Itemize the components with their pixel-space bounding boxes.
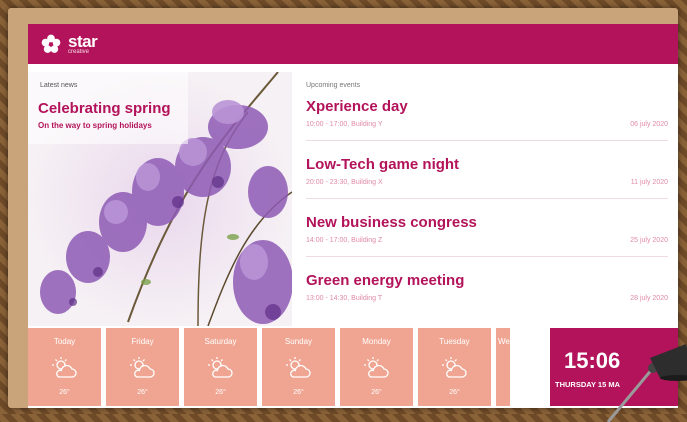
- event-item: Xperience day 10:00 - 17:00, Building Y …: [306, 98, 668, 154]
- brand-logo: star creative: [40, 32, 98, 55]
- event-time-location: 13:00 - 14:30, Building T: [306, 295, 383, 302]
- day-name: Saturday: [204, 337, 237, 346]
- day-temperature: 26°: [293, 389, 304, 396]
- divider: [306, 256, 668, 257]
- event-title: Green energy meeting: [306, 272, 465, 289]
- event-time-location: 20:00 - 23:30, Building X: [306, 179, 383, 186]
- flower-icon: [41, 34, 61, 53]
- weather-day: Saturday 26°: [184, 328, 257, 406]
- event-date: 25 july 2020: [630, 237, 668, 244]
- partly-cloudy-icon: [52, 357, 77, 378]
- latest-news-panel: Latest news Celebrating spring On the wa…: [28, 72, 292, 326]
- day-name: Sunday: [284, 337, 313, 346]
- clock-panel: 15:06 THURSDAY 15 MA: [550, 328, 678, 406]
- day-name: Tuesday: [439, 337, 470, 346]
- brand-name: star: [68, 32, 98, 51]
- event-date: 06 july 2020: [630, 121, 668, 128]
- partly-cloudy-icon: [442, 357, 467, 378]
- event-title: Xperience day: [306, 98, 408, 115]
- event-item: Green energy meeting 13:00 - 14:30, Buil…: [306, 272, 668, 328]
- day-name: Today: [53, 337, 76, 346]
- day-temperature: 26°: [449, 389, 460, 396]
- events-label: Upcoming events: [306, 82, 361, 89]
- upcoming-events-panel: Upcoming events Xperience day 10:00 - 17…: [306, 72, 668, 326]
- event-time-location: 14:00 - 17:00, Building Z: [306, 237, 383, 244]
- top-bar: star creative: [28, 24, 678, 64]
- partly-cloudy-icon: [130, 357, 155, 378]
- day-name: Friday: [131, 337, 154, 346]
- divider: [306, 140, 668, 141]
- divider: [306, 198, 668, 199]
- clock-date: THURSDAY 15 MA: [555, 380, 621, 389]
- weather-forecast: Today 26° Friday 26° Saturday 26° Sunday…: [28, 328, 515, 406]
- day-temperature: 26°: [137, 389, 148, 396]
- day-temperature: 26°: [59, 389, 70, 396]
- display-frame: star creative Latest news Celebrating sp…: [8, 8, 687, 422]
- partly-cloudy-icon: [286, 357, 311, 378]
- brand-subtitle: creative: [68, 49, 90, 55]
- event-time-location: 10:00 - 17:00, Building Y: [306, 121, 383, 128]
- weather-day: Wedn: [496, 328, 510, 406]
- news-title: Celebrating spring: [38, 100, 171, 117]
- news-subtitle: On the way to spring holidays: [38, 121, 152, 130]
- day-temperature: 26°: [371, 389, 382, 396]
- event-date: 11 july 2020: [630, 179, 668, 186]
- weather-day: Sunday 26°: [262, 328, 335, 406]
- weather-day: Monday 26°: [340, 328, 413, 406]
- partly-cloudy-icon: [364, 357, 389, 378]
- weather-day: Friday 26°: [106, 328, 179, 406]
- day-name: Wedn: [498, 337, 510, 346]
- event-item: Low-Tech game night 20:00 - 23:30, Build…: [306, 156, 668, 212]
- event-title: New business congress: [306, 214, 477, 231]
- news-label: Latest news: [40, 82, 78, 89]
- partly-cloudy-icon: [208, 357, 233, 378]
- event-title: Low-Tech game night: [306, 156, 460, 173]
- day-temperature: 26°: [215, 389, 226, 396]
- weather-day: Today 26°: [28, 328, 101, 406]
- clock-time: 15:06: [564, 348, 621, 373]
- weather-day: Tuesday 26°: [418, 328, 491, 406]
- day-name: Monday: [362, 337, 391, 346]
- signage-screen: star creative Latest news Celebrating sp…: [28, 24, 678, 408]
- event-item: New business congress 14:00 - 17:00, Bui…: [306, 214, 668, 270]
- event-date: 28 july 2020: [630, 295, 668, 302]
